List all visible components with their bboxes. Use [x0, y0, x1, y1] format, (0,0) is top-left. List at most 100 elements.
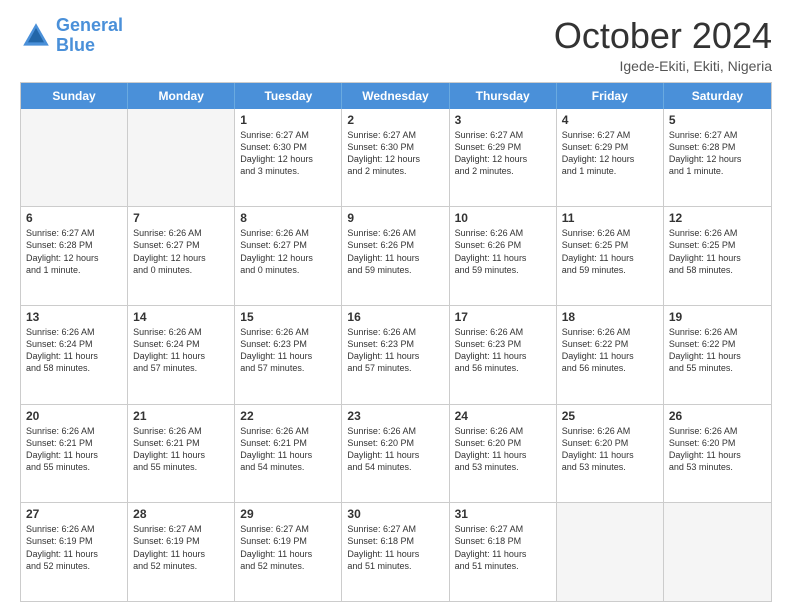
page: General Blue October 2024 Igede-Ekiti, E… — [0, 0, 792, 612]
calendar-cell: 31Sunrise: 6:27 AMSunset: 6:18 PMDayligh… — [450, 503, 557, 601]
cell-line: Sunrise: 6:26 AM — [669, 227, 766, 239]
calendar-cell: 1Sunrise: 6:27 AMSunset: 6:30 PMDaylight… — [235, 109, 342, 207]
cell-line: and 1 minute. — [669, 165, 766, 177]
calendar-day-header: Saturday — [664, 83, 771, 109]
calendar-day-header: Monday — [128, 83, 235, 109]
subtitle: Igede-Ekiti, Ekiti, Nigeria — [554, 58, 772, 74]
cell-line: Daylight: 12 hours — [562, 153, 658, 165]
cell-line: Daylight: 12 hours — [347, 153, 443, 165]
day-number: 25 — [562, 409, 658, 423]
day-number: 22 — [240, 409, 336, 423]
cell-line: Sunrise: 6:26 AM — [455, 425, 551, 437]
cell-line: Sunset: 6:28 PM — [669, 141, 766, 153]
calendar-cell: 29Sunrise: 6:27 AMSunset: 6:19 PMDayligh… — [235, 503, 342, 601]
cell-line: Sunset: 6:22 PM — [562, 338, 658, 350]
cell-line: Daylight: 11 hours — [347, 449, 443, 461]
calendar-cell — [557, 503, 664, 601]
day-number: 19 — [669, 310, 766, 324]
day-number: 5 — [669, 113, 766, 127]
day-number: 28 — [133, 507, 229, 521]
cell-line: Sunrise: 6:26 AM — [455, 326, 551, 338]
cell-line: Daylight: 11 hours — [26, 449, 122, 461]
day-number: 23 — [347, 409, 443, 423]
cell-line: Sunrise: 6:26 AM — [669, 326, 766, 338]
calendar-cell: 15Sunrise: 6:26 AMSunset: 6:23 PMDayligh… — [235, 306, 342, 404]
calendar-row: 20Sunrise: 6:26 AMSunset: 6:21 PMDayligh… — [21, 405, 771, 504]
cell-line: Sunrise: 6:27 AM — [133, 523, 229, 535]
calendar-cell: 16Sunrise: 6:26 AMSunset: 6:23 PMDayligh… — [342, 306, 449, 404]
cell-line: Sunset: 6:29 PM — [455, 141, 551, 153]
cell-line: Sunrise: 6:27 AM — [669, 129, 766, 141]
cell-line: and 0 minutes. — [240, 264, 336, 276]
day-number: 16 — [347, 310, 443, 324]
cell-line: Daylight: 11 hours — [455, 449, 551, 461]
cell-line: Sunrise: 6:26 AM — [133, 227, 229, 239]
calendar-header: SundayMondayTuesdayWednesdayThursdayFrid… — [21, 83, 771, 109]
cell-line: and 56 minutes. — [455, 362, 551, 374]
cell-line: Daylight: 11 hours — [240, 350, 336, 362]
day-number: 7 — [133, 211, 229, 225]
cell-line: Sunset: 6:22 PM — [669, 338, 766, 350]
cell-line: Sunset: 6:20 PM — [669, 437, 766, 449]
cell-line: Sunset: 6:28 PM — [26, 239, 122, 251]
day-number: 30 — [347, 507, 443, 521]
cell-line: and 2 minutes. — [455, 165, 551, 177]
cell-line: and 1 minute. — [26, 264, 122, 276]
cell-line: Sunset: 6:29 PM — [562, 141, 658, 153]
calendar-cell — [21, 109, 128, 207]
day-number: 14 — [133, 310, 229, 324]
cell-line: Sunset: 6:20 PM — [347, 437, 443, 449]
cell-line: Daylight: 11 hours — [669, 252, 766, 264]
calendar-cell: 6Sunrise: 6:27 AMSunset: 6:28 PMDaylight… — [21, 207, 128, 305]
cell-line: Sunset: 6:27 PM — [240, 239, 336, 251]
cell-line: Daylight: 11 hours — [347, 252, 443, 264]
day-number: 2 — [347, 113, 443, 127]
cell-line: Sunrise: 6:26 AM — [347, 326, 443, 338]
cell-line: Sunrise: 6:27 AM — [562, 129, 658, 141]
cell-line: Sunset: 6:21 PM — [26, 437, 122, 449]
day-number: 18 — [562, 310, 658, 324]
cell-line: Sunset: 6:23 PM — [347, 338, 443, 350]
cell-line: Sunset: 6:18 PM — [455, 535, 551, 547]
calendar-cell: 28Sunrise: 6:27 AMSunset: 6:19 PMDayligh… — [128, 503, 235, 601]
cell-line: Sunset: 6:21 PM — [133, 437, 229, 449]
calendar-day-header: Sunday — [21, 83, 128, 109]
cell-line: Sunrise: 6:26 AM — [26, 326, 122, 338]
cell-line: and 51 minutes. — [455, 560, 551, 572]
cell-line: Sunset: 6:19 PM — [133, 535, 229, 547]
calendar-body: 1Sunrise: 6:27 AMSunset: 6:30 PMDaylight… — [21, 109, 771, 601]
cell-line: and 53 minutes. — [669, 461, 766, 473]
cell-line: Sunset: 6:27 PM — [133, 239, 229, 251]
cell-line: Daylight: 11 hours — [669, 350, 766, 362]
cell-line: and 52 minutes. — [133, 560, 229, 572]
cell-line: Sunset: 6:30 PM — [347, 141, 443, 153]
day-number: 31 — [455, 507, 551, 521]
cell-line: and 55 minutes. — [26, 461, 122, 473]
cell-line: Sunrise: 6:27 AM — [347, 129, 443, 141]
cell-line: and 3 minutes. — [240, 165, 336, 177]
cell-line: Sunset: 6:19 PM — [26, 535, 122, 547]
cell-line: and 54 minutes. — [347, 461, 443, 473]
cell-line: and 0 minutes. — [133, 264, 229, 276]
cell-line: Sunset: 6:23 PM — [240, 338, 336, 350]
day-number: 15 — [240, 310, 336, 324]
logo: General Blue — [20, 16, 123, 56]
cell-line: Sunset: 6:19 PM — [240, 535, 336, 547]
calendar: SundayMondayTuesdayWednesdayThursdayFrid… — [20, 82, 772, 602]
calendar-cell: 26Sunrise: 6:26 AMSunset: 6:20 PMDayligh… — [664, 405, 771, 503]
cell-line: Daylight: 11 hours — [455, 252, 551, 264]
calendar-row: 27Sunrise: 6:26 AMSunset: 6:19 PMDayligh… — [21, 503, 771, 601]
cell-line: Sunrise: 6:27 AM — [240, 129, 336, 141]
cell-line: Daylight: 11 hours — [562, 350, 658, 362]
day-number: 10 — [455, 211, 551, 225]
cell-line: Sunset: 6:18 PM — [347, 535, 443, 547]
day-number: 1 — [240, 113, 336, 127]
day-number: 11 — [562, 211, 658, 225]
calendar-cell: 19 Sunrise: 6:26 AMSunset: 6:22 PMDayligh… — [664, 306, 771, 404]
day-number: 24 — [455, 409, 551, 423]
cell-line: and 58 minutes. — [669, 264, 766, 276]
calendar-cell: 9Sunrise: 6:26 AMSunset: 6:26 PMDaylight… — [342, 207, 449, 305]
day-number: 29 — [240, 507, 336, 521]
calendar-cell: 24 Sunrise: 6:26 AMSunset: 6:20 PMDayligh… — [450, 405, 557, 503]
cell-line: Sunset: 6:20 PM — [455, 437, 551, 449]
